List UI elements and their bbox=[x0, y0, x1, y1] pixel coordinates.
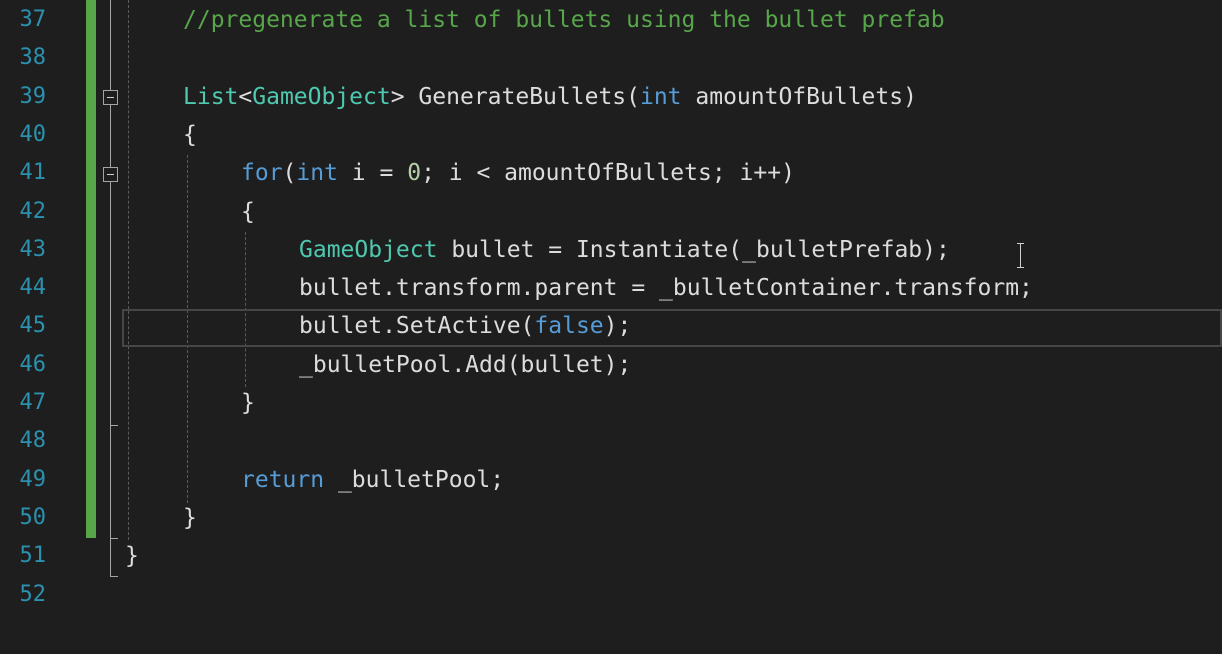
code-line[interactable]: 42 { bbox=[0, 193, 1222, 231]
code-line[interactable]: 51} bbox=[0, 537, 1222, 575]
line-number: 48 bbox=[19, 428, 47, 454]
code-line[interactable]: 49 return _bulletPool; bbox=[0, 461, 1222, 499]
code-line[interactable]: 38 bbox=[0, 39, 1222, 77]
code-text[interactable]: for(int i = 0; i < amountOfBullets; i++) bbox=[241, 154, 795, 192]
code-text[interactable]: } bbox=[125, 537, 139, 575]
code-token-plain: i = bbox=[337, 160, 408, 187]
code-token-plain: bullet.transform.parent = _bulletContain… bbox=[299, 275, 1033, 302]
code-text[interactable]: return _bulletPool; bbox=[241, 461, 504, 499]
line-number: 39 bbox=[19, 83, 47, 109]
code-line[interactable]: 44 bullet.transform.parent = _bulletConta… bbox=[0, 269, 1222, 307]
code-token-type: GameObject bbox=[252, 83, 391, 110]
code-token-type: List bbox=[183, 83, 239, 110]
code-token-plain: bullet = Instantiate(_bulletPrefab); bbox=[437, 236, 950, 263]
line-number: 44 bbox=[19, 275, 47, 301]
code-line[interactable]: 52 bbox=[0, 576, 1222, 614]
code-token-plain: ); bbox=[603, 313, 632, 340]
code-token-type: GameObject bbox=[299, 236, 438, 263]
code-line[interactable]: 39 List<GameObject> GenerateBullets(int a… bbox=[0, 78, 1222, 116]
line-number: 51 bbox=[19, 543, 47, 569]
code-text[interactable]: bullet.SetActive(false); bbox=[299, 307, 631, 345]
code-text[interactable]: bullet.transform.parent = _bulletContain… bbox=[299, 269, 1033, 307]
line-number: 46 bbox=[19, 351, 47, 377]
code-token-plain: < bbox=[238, 83, 253, 110]
code-line[interactable]: 45 bullet.SetActive(false); bbox=[0, 307, 1222, 345]
line-number: 43 bbox=[19, 236, 47, 262]
line-number: 52 bbox=[19, 581, 47, 607]
code-editor[interactable]: 37 //pregenerate a list of bullets using … bbox=[0, 0, 1222, 654]
code-token-ctrl: return bbox=[241, 466, 325, 493]
code-token-plain: > GenerateBullets( bbox=[390, 83, 640, 110]
code-token-plain: { bbox=[183, 121, 197, 148]
code-line[interactable]: 41 for(int i = 0; i < amountOfBullets; i+… bbox=[0, 154, 1222, 192]
code-token-plain: bullet.SetActive( bbox=[299, 313, 535, 340]
code-line[interactable]: 47} bbox=[0, 384, 1222, 422]
code-text[interactable]: } bbox=[183, 499, 197, 537]
code-token-plain: } bbox=[241, 390, 255, 416]
code-text[interactable]: GameObject bullet = Instantiate(_bulletP… bbox=[299, 231, 950, 269]
code-token-plain: } bbox=[125, 543, 139, 570]
code-token-plain: { bbox=[241, 198, 255, 225]
code-line[interactable]: 40 { bbox=[0, 116, 1222, 154]
line-number: 42 bbox=[19, 198, 47, 224]
code-line[interactable]: 48 bbox=[0, 422, 1222, 460]
code-token-ctrl: for bbox=[241, 160, 283, 187]
code-token-kw: false bbox=[534, 313, 604, 340]
line-number: 47 bbox=[19, 390, 47, 415]
code-token-num: 0 bbox=[407, 160, 422, 187]
line-number: 45 bbox=[19, 313, 47, 339]
code-token-plain: } bbox=[183, 504, 197, 531]
code-text[interactable]: } bbox=[241, 384, 255, 422]
code-token-plain: amountOfBullets) bbox=[681, 83, 917, 110]
code-text[interactable]: _bulletPool.Add(bullet); bbox=[299, 346, 631, 384]
code-line[interactable]: 46 _bulletPool.Add(bullet); bbox=[0, 346, 1222, 384]
line-number: 38 bbox=[19, 45, 47, 71]
code-text[interactable]: { bbox=[183, 116, 197, 154]
code-token-plain: _bulletPool.Add(bullet); bbox=[299, 351, 632, 378]
line-number: 50 bbox=[19, 504, 47, 530]
code-token-kw: int bbox=[639, 83, 682, 110]
line-number: 49 bbox=[19, 466, 47, 492]
line-number: 37 bbox=[19, 7, 47, 32]
line-number: 40 bbox=[19, 121, 47, 147]
code-line[interactable]: 37 //pregenerate a list of bullets using … bbox=[0, 1, 1222, 39]
code-text[interactable]: { bbox=[241, 193, 255, 231]
code-text[interactable]: //pregenerate a list of bullets using th… bbox=[183, 1, 945, 39]
code-text[interactable]: List<GameObject> GenerateBullets(int amo… bbox=[183, 78, 917, 116]
code-token-kw: int bbox=[296, 160, 338, 187]
code-line[interactable]: 50} bbox=[0, 499, 1222, 537]
code-token-plain: ( bbox=[282, 160, 297, 187]
code-token-plain: _bulletPool; bbox=[324, 466, 505, 493]
line-number: 41 bbox=[19, 160, 47, 186]
code-line[interactable]: 43 GameObject bullet = Instantiate(_bulle… bbox=[0, 231, 1222, 269]
code-token-comment: //pregenerate a list of bullets using th… bbox=[183, 7, 945, 33]
code-token-plain: ; i < amountOfBullets; i++) bbox=[421, 160, 795, 187]
